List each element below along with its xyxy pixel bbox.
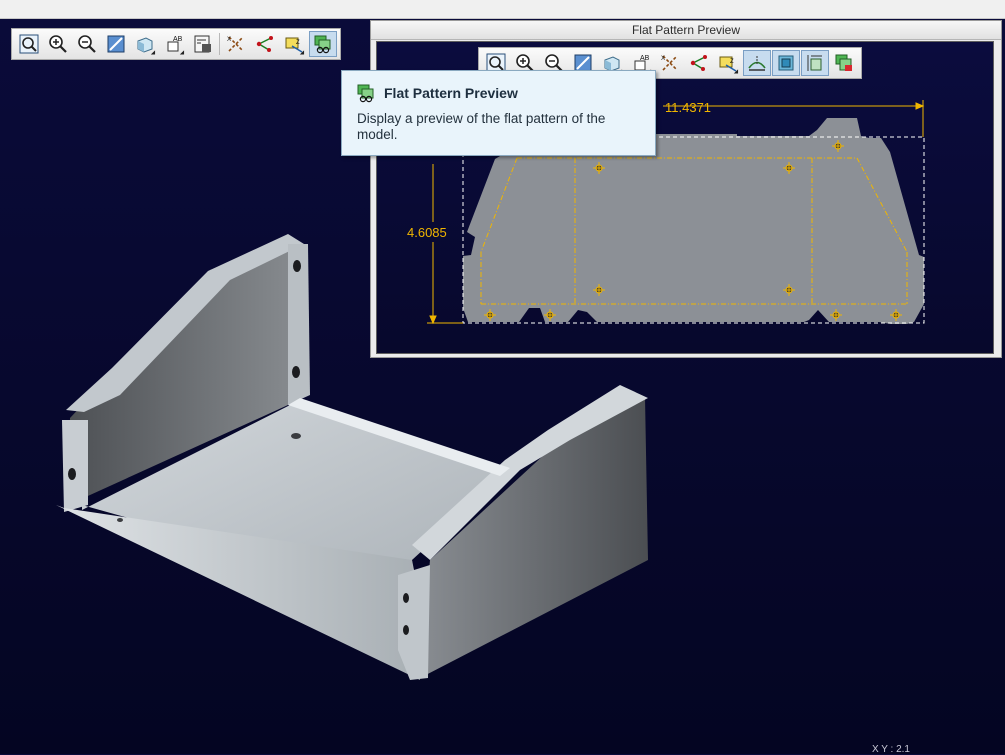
hole bbox=[292, 366, 300, 378]
hole bbox=[403, 625, 409, 635]
annotation-display-button[interactable]: AB bbox=[160, 31, 188, 57]
dim-height-label: 4.6085 bbox=[407, 225, 447, 240]
fp-point-display-button[interactable] bbox=[685, 50, 713, 76]
fp-export-button[interactable] bbox=[830, 50, 858, 76]
hole bbox=[117, 518, 123, 522]
display-style-icon bbox=[137, 37, 153, 53]
hole bbox=[403, 593, 409, 603]
view-manager-icon bbox=[194, 35, 211, 53]
flat-pattern-preview-icon bbox=[314, 35, 331, 54]
repaint-icon bbox=[107, 35, 125, 53]
export-icon bbox=[835, 54, 852, 71]
axes-display-button[interactable]: X bbox=[222, 31, 250, 57]
toolbar-separator bbox=[219, 33, 220, 55]
tooltip-header: Flat Pattern Preview bbox=[356, 83, 518, 103]
display-style-button[interactable] bbox=[131, 31, 159, 57]
refit-icon bbox=[19, 34, 39, 54]
repaint-button[interactable] bbox=[102, 31, 130, 57]
datum-axes-icon: X bbox=[227, 36, 244, 52]
flatten-icon bbox=[748, 56, 766, 71]
refit-button[interactable] bbox=[15, 31, 43, 57]
fp-csys-display-button[interactable]: Z bbox=[714, 50, 742, 76]
fp-flatten-button[interactable] bbox=[743, 50, 771, 76]
dim-width-label: 11.4371 bbox=[665, 100, 711, 115]
flat-pattern-preview-icon bbox=[357, 84, 374, 103]
csys-display-icon: Z bbox=[285, 37, 303, 53]
fp-dimension-button[interactable] bbox=[801, 50, 829, 76]
coordinate-readout: X Y : 2.1 bbox=[872, 744, 910, 755]
height-dimension bbox=[427, 164, 463, 325]
main-view-toolbar: AB X Z bbox=[11, 28, 341, 60]
fp-overlay-button[interactable] bbox=[772, 50, 800, 76]
hole bbox=[291, 433, 301, 439]
csys-display-icon: Z bbox=[719, 56, 737, 72]
hole bbox=[68, 468, 76, 480]
zoom-out-button[interactable] bbox=[73, 31, 101, 57]
hole bbox=[293, 260, 301, 272]
svg-text:AB: AB bbox=[173, 36, 183, 43]
svg-text:X: X bbox=[227, 37, 231, 43]
datum-axes-icon: X bbox=[661, 55, 678, 71]
tooltip-title: Flat Pattern Preview bbox=[384, 85, 518, 101]
flat-pattern-tooltip: Flat Pattern Preview Display a preview o… bbox=[341, 70, 656, 156]
flat-pattern-preview-button[interactable] bbox=[309, 31, 337, 57]
annotation-display-icon: AB bbox=[167, 36, 183, 52]
datum-points-icon bbox=[256, 36, 273, 52]
svg-text:X: X bbox=[661, 56, 665, 62]
view-manager-button[interactable] bbox=[189, 31, 217, 57]
svg-text:Z: Z bbox=[730, 59, 734, 65]
point-display-button[interactable] bbox=[251, 31, 279, 57]
overlay-icon bbox=[778, 55, 794, 71]
datum-points-icon bbox=[690, 55, 707, 71]
svg-text:AB: AB bbox=[640, 55, 650, 62]
zoom-out-icon bbox=[78, 35, 96, 53]
left-outer-flange bbox=[62, 420, 88, 512]
zoom-in-button[interactable] bbox=[44, 31, 72, 57]
tooltip-description: Display a preview of the flat pattern of… bbox=[357, 111, 606, 142]
svg-text:Z: Z bbox=[296, 40, 300, 46]
csys-display-button[interactable]: Z bbox=[280, 31, 308, 57]
zoom-in-icon bbox=[49, 35, 67, 53]
dimension-icon bbox=[807, 55, 822, 71]
flat-pattern-window-title: Flat Pattern Preview bbox=[371, 21, 1001, 40]
fp-axes-display-button[interactable]: X bbox=[656, 50, 684, 76]
